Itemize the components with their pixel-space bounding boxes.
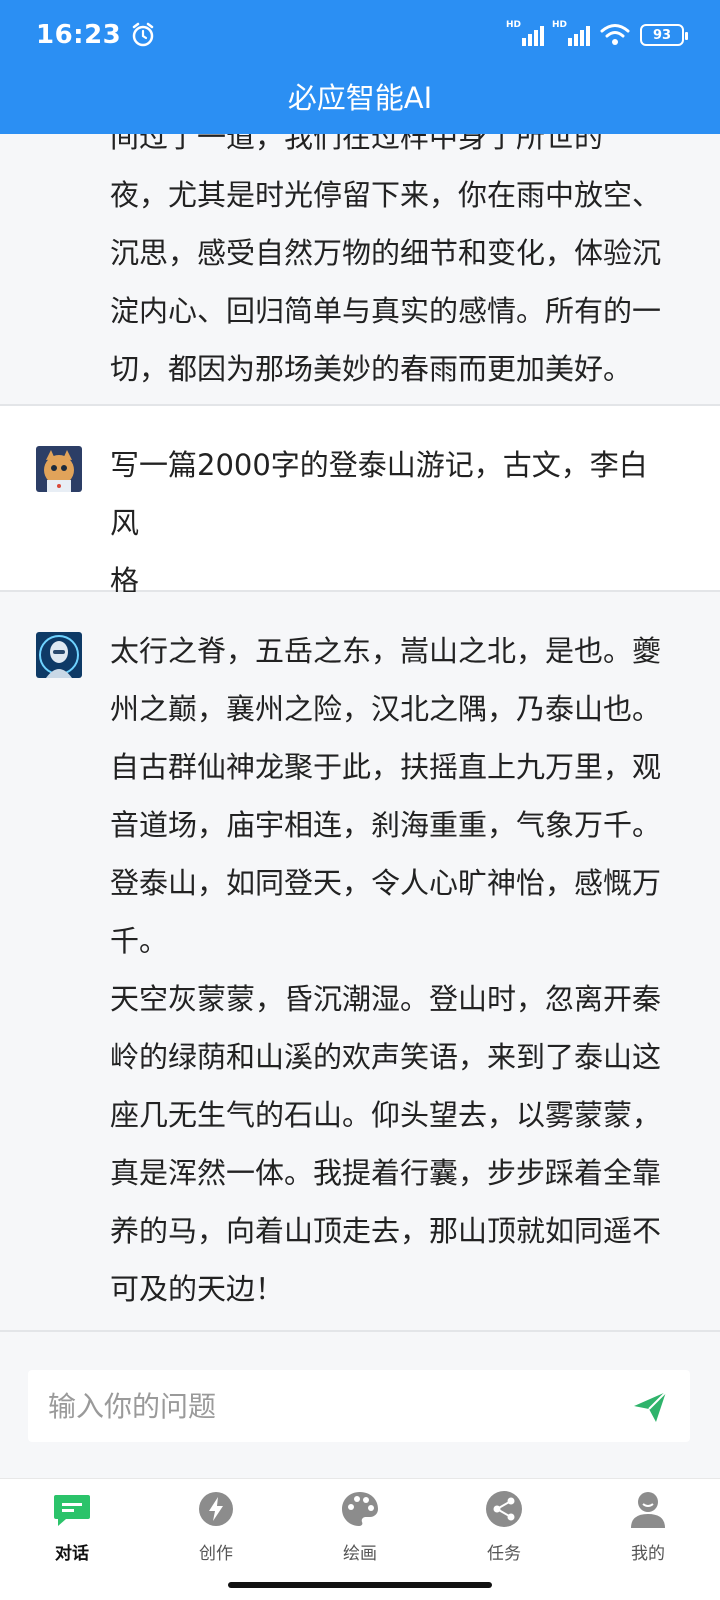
wifi-icon (600, 24, 630, 45)
tab-tasks-label: 任务 (487, 1544, 521, 1564)
tab-create-label: 创作 (199, 1544, 233, 1564)
tab-chat-label: 对话 (55, 1544, 89, 1564)
cat-astronaut-avatar-icon (36, 446, 82, 492)
user-message: 写一篇2000字的登泰山游记，古文，李白风 格 (0, 406, 720, 598)
battery-level: 93 (652, 27, 672, 43)
page-title: 必应智能AI (287, 81, 433, 115)
tab-me[interactable]: 我的 (576, 1489, 720, 1569)
ai-message: 太行之脊，五岳之东，嵩山之北，是也。夔 州之巅，襄州之险，汉北之隅，乃泰山也。 … (0, 592, 720, 1330)
signal-1-icon: HD (506, 20, 544, 46)
home-indicator[interactable] (228, 1582, 492, 1588)
message-text: 间过了一道，我们在过样中身了所世的 夜，尤其是时光停留下来，你在雨中放空、 沉思… (110, 134, 662, 386)
tab-chat[interactable]: 对话 (0, 1489, 144, 1569)
alarm-icon (133, 22, 154, 47)
input-area (0, 1330, 720, 1478)
signal-2-icon: HD (552, 20, 590, 46)
question-input-box[interactable] (28, 1370, 690, 1442)
status-bar: 16:23 HD HD 93 (0, 0, 720, 70)
user-icon (631, 1492, 665, 1528)
message-text: 太行之脊，五岳之东，嵩山之北，是也。夔 州之巅，襄州之险，汉北之隅，乃泰山也。 … (110, 634, 662, 1306)
lightning-icon (199, 1492, 233, 1526)
robot-avatar-icon (36, 632, 82, 678)
chat-icon (54, 1495, 90, 1526)
user-avatar (36, 446, 82, 492)
send-icon[interactable] (630, 1386, 670, 1426)
tab-tasks[interactable]: 任务 (432, 1489, 576, 1569)
tab-create[interactable]: 创作 (144, 1489, 288, 1569)
status-time: 16:23 (36, 20, 122, 50)
share-icon (486, 1491, 522, 1527)
ai-message: 间过了一道，我们在过样中身了所世的 夜，尤其是时光停留下来，你在雨中放空、 沉思… (0, 134, 720, 406)
tab-draw[interactable]: 绘画 (288, 1489, 432, 1569)
app-header: 16:23 HD HD 93 必应智能AI (0, 0, 720, 134)
ai-avatar (36, 632, 82, 678)
palette-icon (342, 1492, 378, 1526)
chat-area[interactable]: 间过了一道，我们在过样中身了所世的 夜，尤其是时光停留下来，你在雨中放空、 沉思… (0, 134, 720, 1330)
signal-1-label: HD (506, 20, 522, 30)
tab-draw-label: 绘画 (343, 1544, 377, 1564)
tab-me-label: 我的 (631, 1544, 665, 1564)
battery-icon: 93 (640, 24, 688, 46)
message-text: 写一篇2000字的登泰山游记，古文，李白风 格 (110, 448, 648, 598)
question-input[interactable] (48, 1389, 630, 1423)
signal-2-label: HD (552, 20, 568, 30)
